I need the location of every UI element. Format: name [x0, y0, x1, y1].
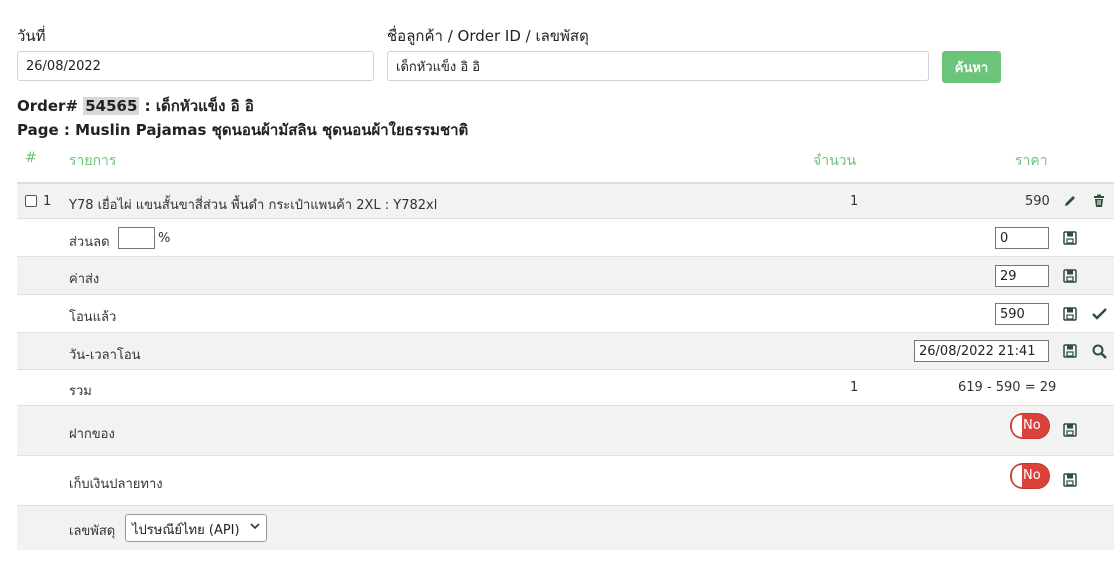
toggle-knob	[1012, 415, 1022, 437]
page-line: Page : Muslin Pajamas ชุดนอนผ้ามัสลิน ชุ…	[17, 121, 469, 139]
cod-row: เก็บเงินปลายทาง No	[17, 456, 1114, 506]
item-price: 590	[1025, 194, 1050, 209]
toggle-label: No	[1023, 418, 1041, 433]
transferred-input[interactable]	[995, 303, 1049, 325]
search-button[interactable]: ค้นหา	[942, 51, 1001, 83]
toggle-label: No	[1023, 468, 1041, 483]
customer-search-input[interactable]	[387, 51, 929, 81]
total-calc: 619 - 590 = 29	[958, 380, 1057, 395]
discount-percent-input[interactable]	[118, 227, 155, 249]
discount-row: ส่วนลด %	[17, 219, 1114, 257]
header-num: #	[25, 150, 37, 166]
customer-search-label: ชื่อลูกค้า / Order ID / เลขพัสดุ	[387, 27, 589, 45]
date-input[interactable]	[17, 51, 374, 81]
order-prefix: Order#	[17, 97, 84, 115]
courier-selected: ไปรษณีย์ไทย (API)	[132, 523, 240, 538]
table-row: 1 Y78 เยื่อไผ่ แขนสั้นขาสี่ส่วน พื้นดำ ก…	[17, 184, 1114, 219]
courier-select[interactable]: ไปรษณีย์ไทย (API)	[125, 514, 267, 542]
discount-input[interactable]	[995, 227, 1049, 249]
order-title: Order# 54565 : เด็กหัวแข็ง อิ อิ	[17, 94, 254, 118]
tracking-label: เลขพัสดุ	[69, 524, 116, 539]
total-row: รวม 1 619 - 590 = 29	[17, 370, 1114, 406]
item-qty: 1	[850, 194, 859, 209]
edit-icon[interactable]	[1062, 193, 1078, 209]
header-price: ราคา	[1015, 153, 1048, 169]
tracking-row: เลขพัสดุ ไปรษณีย์ไทย (API)	[17, 506, 1114, 550]
header-item: รายการ	[69, 153, 117, 169]
deposit-label: ฝากของ	[69, 427, 115, 442]
deposit-row: ฝากของ No	[17, 406, 1114, 456]
total-label: รวม	[69, 384, 92, 399]
shipping-label: ค่าส่ง	[69, 272, 100, 287]
search-icon[interactable]	[1091, 343, 1107, 359]
order-id[interactable]: 54565	[83, 97, 140, 115]
header-qty: จำนวน	[813, 153, 857, 169]
cod-label: เก็บเงินปลายทาง	[69, 477, 163, 492]
save-icon[interactable]	[1062, 343, 1078, 359]
item-name: Y78 เยื่อไผ่ แขนสั้นขาสี่ส่วน พื้นดำ กระ…	[69, 198, 438, 213]
transfer-time-input[interactable]	[914, 340, 1049, 362]
chevron-down-icon	[250, 520, 260, 535]
deposit-toggle[interactable]: No	[1010, 413, 1050, 439]
transfer-time-label: วัน-เวลาโอน	[69, 348, 141, 363]
shipping-row: ค่าส่ง	[17, 257, 1114, 295]
order-customer: : เด็กหัวแข็ง อิ อิ	[139, 97, 254, 115]
transferred-row: โอนแล้ว	[17, 295, 1114, 333]
save-icon[interactable]	[1062, 422, 1078, 438]
trash-icon[interactable]	[1091, 193, 1107, 209]
save-icon[interactable]	[1062, 306, 1078, 322]
save-icon[interactable]	[1062, 472, 1078, 488]
transfer-time-row: วัน-เวลาโอน	[17, 333, 1114, 370]
date-label: วันที่	[17, 27, 46, 45]
row-number: 1	[43, 194, 52, 209]
row-checkbox[interactable]	[25, 195, 37, 207]
check-icon[interactable]	[1091, 306, 1107, 322]
total-qty: 1	[850, 380, 859, 395]
save-icon[interactable]	[1062, 268, 1078, 284]
percent-sign: %	[158, 231, 171, 246]
toggle-knob	[1012, 465, 1022, 487]
shipping-input[interactable]	[995, 265, 1049, 287]
cod-toggle[interactable]: No	[1010, 463, 1050, 489]
save-icon[interactable]	[1062, 230, 1078, 246]
transferred-label: โอนแล้ว	[69, 310, 117, 325]
discount-label: ส่วนลด	[69, 235, 110, 250]
